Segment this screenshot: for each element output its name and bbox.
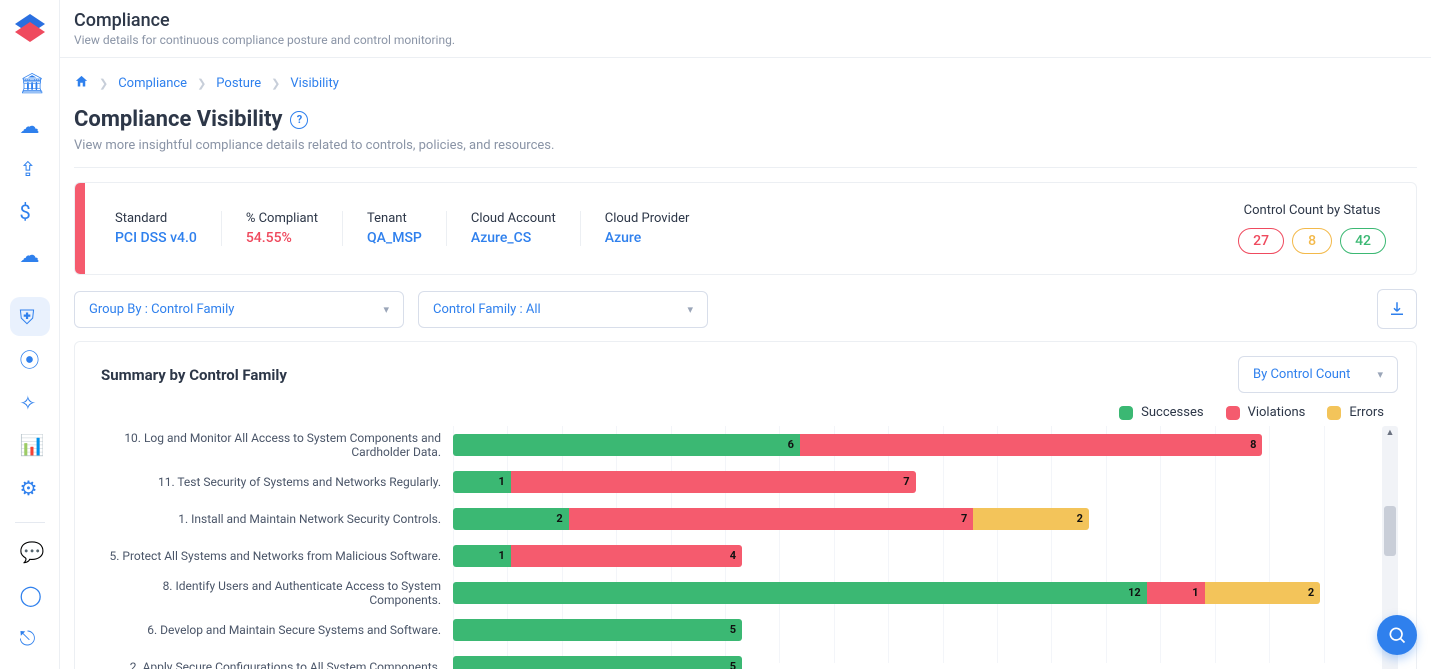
group-by-select[interactable]: Group By : Control Family ▾ <box>74 291 404 328</box>
nav-cloud-icon[interactable]: ☁ <box>10 235 50 274</box>
chart-bar-row[interactable]: 14 <box>453 537 1378 574</box>
chart-bar-segment: 8 <box>800 434 1263 456</box>
chevron-down-icon: ▾ <box>687 303 693 316</box>
metric-standard-label: Standard <box>115 211 197 226</box>
page-subtitle: View more insightful compliance details … <box>74 138 1417 153</box>
chart-category-label: 1. Install and Maintain Network Security… <box>93 500 453 537</box>
chart-bar-row[interactable]: 5 <box>453 611 1378 648</box>
chart-category-label: 2. Apply Secure Configurations to All Sy… <box>93 648 453 669</box>
legend-success-swatch <box>1119 406 1133 420</box>
nav-settings-icon[interactable]: ⚙ <box>10 469 50 508</box>
metric-tenant-label: Tenant <box>367 211 422 226</box>
chevron-right-icon: ❯ <box>271 77 280 90</box>
support-fab[interactable] <box>1377 615 1417 655</box>
chart-frame: 10. Log and Monitor All Access to System… <box>93 426 1398 669</box>
chart-bar-segment: 1 <box>1147 582 1205 604</box>
nav-inventory-icon[interactable]: ⦿ <box>10 340 50 379</box>
legend-violation-swatch <box>1226 406 1240 420</box>
page-title: Compliance Visibility <box>74 107 282 132</box>
app-title: Compliance <box>74 10 1417 31</box>
logo <box>12 10 48 46</box>
breadcrumb-compliance[interactable]: Compliance <box>118 76 187 91</box>
nav-insights-icon[interactable]: ✧ <box>10 383 50 422</box>
chart-bar-row[interactable]: 1212 <box>453 574 1378 611</box>
chart-bar-segment: 5 <box>453 619 742 641</box>
chart-category-label: 10. Log and Monitor All Access to System… <box>93 426 453 463</box>
chart-category-label: 8. Identify Users and Authenticate Acces… <box>93 574 453 611</box>
scroll-up-icon[interactable]: ▲ <box>1382 427 1398 438</box>
metric-cloud-account-value[interactable]: Azure_CS <box>471 230 556 246</box>
chevron-down-icon: ▾ <box>1377 368 1383 381</box>
scroll-thumb[interactable] <box>1384 506 1396 556</box>
app-subtitle: View details for continuous compliance p… <box>74 33 1417 47</box>
legend-error-swatch <box>1327 406 1341 420</box>
nav-logout-icon[interactable]: ⎋ <box>10 618 50 657</box>
chart-title: Summary by Control Family <box>93 366 287 384</box>
nav-chat-icon[interactable]: 💬 <box>10 533 50 572</box>
nav-compliance-icon[interactable]: ⛨ <box>10 297 50 336</box>
control-count-green: 42 <box>1340 228 1386 254</box>
control-count-red: 27 <box>1238 228 1284 254</box>
chevron-down-icon: ▾ <box>383 303 389 316</box>
chart-metric-value: By Control Count <box>1253 367 1350 382</box>
help-icon[interactable]: ? <box>290 111 308 129</box>
chart-bar-segment: 5 <box>453 656 742 669</box>
nav-dashboard-icon[interactable]: 🏛 <box>10 64 50 103</box>
topbar: Compliance View details for continuous c… <box>60 0 1431 58</box>
chart-bar-row[interactable]: 272 <box>453 500 1378 537</box>
chart-category-label: 6. Develop and Maintain Secure Systems a… <box>93 611 453 648</box>
chart-metric-select[interactable]: By Control Count ▾ <box>1238 356 1398 393</box>
metric-compliant-value: 54.55% <box>246 230 318 246</box>
control-family-value: Control Family : All <box>433 302 541 317</box>
nav-cloud-upload-icon[interactable]: ⇪ <box>10 150 50 189</box>
home-icon[interactable] <box>74 74 89 93</box>
legend-error-label: Errors <box>1349 405 1384 420</box>
chart-bar-segment: 1 <box>453 471 511 493</box>
metric-tenant-value[interactable]: QA_MSP <box>367 230 422 246</box>
nav-reports-icon[interactable]: 📊 <box>10 426 50 465</box>
chart-bar-segment: 7 <box>511 471 916 493</box>
metric-compliant-label: % Compliant <box>246 211 318 226</box>
metric-cloud-provider-value[interactable]: Azure <box>605 230 690 246</box>
chart-card: Summary by Control Family By Control Cou… <box>74 341 1417 669</box>
chevron-right-icon: ❯ <box>197 77 206 90</box>
chevron-right-icon: ❯ <box>99 77 108 90</box>
chart-bar-row[interactable]: 17 <box>453 463 1378 500</box>
chart-bar-segment: 4 <box>511 545 742 567</box>
metric-standard-value[interactable]: PCI DSS v4.0 <box>115 230 197 246</box>
control-count-yellow: 8 <box>1292 228 1332 254</box>
metric-cloud-provider-label: Cloud Provider <box>605 211 690 226</box>
chart-legend: Successes Violations Errors <box>93 405 1384 420</box>
nav-cost-icon[interactable]: $ <box>10 192 50 231</box>
control-family-select[interactable]: Control Family : All ▾ <box>418 291 708 328</box>
chart-bar-segment: 1 <box>453 545 511 567</box>
breadcrumb: ❯ Compliance ❯ Posture ❯ Visibility <box>74 74 1417 93</box>
breadcrumb-posture[interactable]: Posture <box>216 76 261 91</box>
control-count-label: Control Count by Status <box>1238 203 1386 218</box>
legend-violation-label: Violations <box>1248 405 1306 420</box>
nav-cloud-security-icon[interactable]: ☁ <box>10 107 50 146</box>
chart-bar-row[interactable]: 68 <box>453 426 1378 463</box>
group-by-value: Group By : Control Family <box>89 302 234 317</box>
chart-bar-row[interactable]: 5 <box>453 648 1378 669</box>
chart-bar-segment: 12 <box>453 582 1147 604</box>
metric-cloud-account-label: Cloud Account <box>471 211 556 226</box>
download-button[interactable] <box>1377 289 1417 329</box>
nav-profile-icon[interactable]: ◯ <box>10 575 50 614</box>
chart-bar-segment: 2 <box>973 508 1089 530</box>
summary-card: Standard PCI DSS v4.0 % Compliant 54.55%… <box>74 182 1417 275</box>
chart-bar-segment: 7 <box>569 508 974 530</box>
chart-bar-segment: 2 <box>453 508 569 530</box>
chart-bar-segment: 6 <box>453 434 800 456</box>
legend-success-label: Successes <box>1141 405 1203 420</box>
chart-bar-segment: 2 <box>1205 582 1321 604</box>
breadcrumb-visibility[interactable]: Visibility <box>290 76 339 91</box>
chart-category-label: 5. Protect All Systems and Networks from… <box>93 537 453 574</box>
sidebar: 🏛 ☁ ⇪ $ ☁ ⛨ ⦿ ✧ 📊 ⚙ 💬 ◯ ⎋ <box>0 0 60 669</box>
chart-category-label: 11. Test Security of Systems and Network… <box>93 463 453 500</box>
